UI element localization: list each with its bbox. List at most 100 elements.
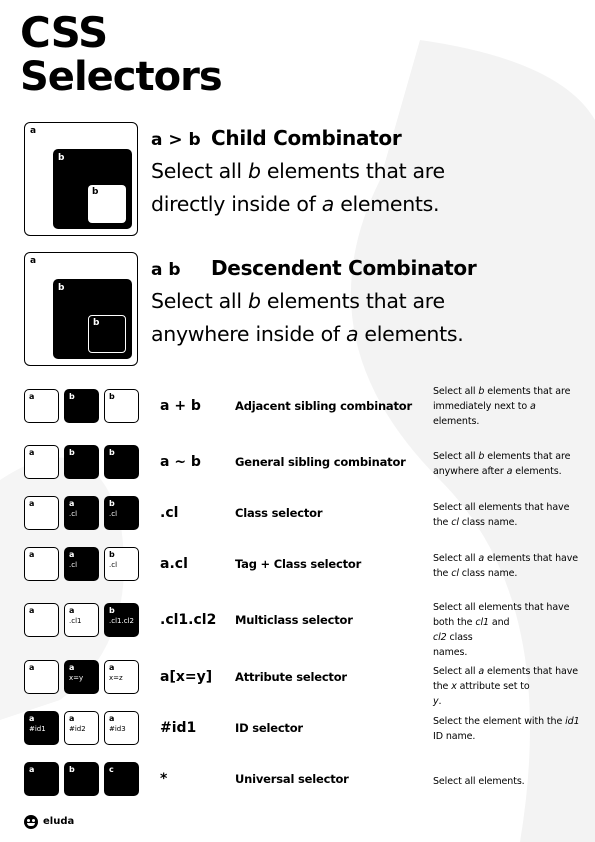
example-element-box: b .cl xyxy=(104,496,139,530)
description-line: the x attribute set to xyxy=(433,681,530,692)
element-attr-label: .cl xyxy=(109,510,118,518)
selector-row-universal: a b c * Universal selector Select all element… xyxy=(24,762,589,802)
element-tag-label: a xyxy=(69,499,75,508)
diagram-label: a xyxy=(30,256,37,266)
example-element-box: a .cl1 xyxy=(64,603,99,637)
element-attr-label: #id2 xyxy=(69,725,86,733)
selector-syntax: a[x=y] xyxy=(160,669,213,685)
child-combinator-section: a b b a > b Child Combinator Select all … xyxy=(24,122,584,237)
example-element-box: a .cl xyxy=(64,496,99,530)
description-line: the cl class name. xyxy=(433,517,518,528)
selector-syntax: a b xyxy=(151,260,181,280)
selector-name: Multiclass selector xyxy=(235,613,353,627)
example-element-box: a x=z xyxy=(104,660,139,694)
diagram-label: b xyxy=(58,153,65,163)
title-line1: CSS xyxy=(20,8,108,57)
selector-description: Select all b elements that are immediatel… xyxy=(433,384,593,429)
description-line: y. xyxy=(433,696,442,707)
selector-syntax: a ~ b xyxy=(160,454,201,470)
description-line: elements. xyxy=(433,416,480,427)
selector-name: ID selector xyxy=(235,721,303,735)
example-element-box: a xyxy=(24,496,59,530)
description-line: names. xyxy=(433,647,468,658)
element-tag-label: a xyxy=(69,606,75,615)
eluda-logo-icon xyxy=(24,815,38,829)
element-tag-label: c xyxy=(109,765,114,774)
selector-row-adjacent-sibling: a b b a + b Adjacent sibling combinator Selec… xyxy=(24,386,589,429)
selector-description: directly inside of a elements. xyxy=(151,192,440,216)
element-tag-label: b xyxy=(69,392,75,401)
element-attr-label: .cl1.cl2 xyxy=(109,617,134,625)
description-line: Select all elements that have xyxy=(433,502,570,513)
description-line: cl2 class xyxy=(433,632,473,643)
selector-row-tag-class: a a .cl b .cl a.cl Tag + Class selector Select … xyxy=(24,547,589,587)
selector-description: Select all a elements that have the cl cl… xyxy=(433,551,593,581)
example-element-box: b xyxy=(64,762,99,796)
selector-name: General sibling combinator xyxy=(235,455,406,469)
selector-description: Select all elements that have the cl clas… xyxy=(433,500,593,530)
element-tag-label: a xyxy=(109,663,115,672)
description-line: Select the element with the id1 xyxy=(433,716,580,727)
example-element-box: a #id2 xyxy=(64,711,99,745)
description-line: Select all a elements that have xyxy=(433,666,578,677)
selector-row-class: a a .cl b .cl .cl Class selector Select all ele… xyxy=(24,496,589,536)
description-line: the cl class name. xyxy=(433,568,518,579)
selector-row-id: a #id1 a #id2 a #id3 #id1 ID selector Select the… xyxy=(24,711,589,751)
element-tag-label: a xyxy=(29,448,35,457)
diagram-middle-box: b b xyxy=(53,279,132,359)
descendent-combinator-section: a b b a b Descendent Combinator Select a… xyxy=(24,252,584,367)
element-tag-label: b xyxy=(109,499,115,508)
element-tag-label: a xyxy=(29,663,35,672)
selector-description: Select all b elements that are xyxy=(151,159,445,183)
selector-syntax: .cl1.cl2 xyxy=(160,612,217,628)
description-line: both the cl1 and xyxy=(433,617,510,628)
selector-description: Select the element with the id1 ID name. xyxy=(433,714,593,744)
example-element-box: b xyxy=(64,389,99,423)
example-element-box: a xyxy=(24,547,59,581)
element-attr-label: .cl xyxy=(69,561,78,569)
element-attr-label: .cl xyxy=(109,561,118,569)
diagram-label: b xyxy=(92,187,99,197)
element-attr-label: .cl xyxy=(69,510,78,518)
diagram-inner-box: b xyxy=(88,315,126,353)
element-tag-label: b xyxy=(69,448,75,457)
selector-row-multiclass: a a .cl1 b .cl1.cl2 .cl1.cl2 Multiclass select… xyxy=(24,602,589,658)
example-element-box: a xyxy=(24,445,59,479)
description-line: Select all b elements that are xyxy=(433,386,571,397)
element-tag-label: a xyxy=(69,550,75,559)
selector-syntax: a > b xyxy=(151,130,201,150)
example-element-box: a #id1 xyxy=(24,711,59,745)
selector-name: Adjacent sibling combinator xyxy=(235,399,412,413)
example-element-box: a .cl xyxy=(64,547,99,581)
element-attr-label: x=z xyxy=(109,674,123,682)
example-element-box: a #id3 xyxy=(104,711,139,745)
selector-syntax: a.cl xyxy=(160,556,188,572)
element-tag-label: a xyxy=(29,606,35,615)
selector-name: Attribute selector xyxy=(235,670,347,684)
selector-description: Select all b elements that are xyxy=(151,289,445,313)
selector-description: anywhere inside of a elements. xyxy=(151,322,464,346)
selector-description: Select all a elements that have the x att… xyxy=(433,664,593,709)
selector-syntax: * xyxy=(160,771,168,787)
element-tag-label: b xyxy=(109,606,115,615)
description-line: ID name. xyxy=(433,731,476,742)
selector-description: Select all b elements that are anywhere a… xyxy=(433,449,593,479)
selector-syntax: .cl xyxy=(160,505,179,521)
element-tag-label: a xyxy=(109,714,115,723)
title-line2: Selectors xyxy=(20,54,223,100)
selector-description: Select all elements that have both the cl… xyxy=(433,600,593,660)
element-tag-label: a xyxy=(29,550,35,559)
diagram-middle-box: b b xyxy=(53,149,132,229)
element-attr-label: .cl1 xyxy=(69,617,82,625)
diagram-outer-box: a b b xyxy=(24,252,138,366)
element-tag-label: a xyxy=(69,663,75,672)
element-tag-label: b xyxy=(109,392,115,401)
selector-name: Descendent Combinator xyxy=(211,256,477,280)
description-line: immediately next to a xyxy=(433,401,536,412)
selector-name: Tag + Class selector xyxy=(235,557,362,571)
selector-row-general-sibling: a b b a ~ b General sibling combinator Select… xyxy=(24,445,589,485)
element-tag-label: a xyxy=(29,392,35,401)
element-attr-label: x=y xyxy=(69,674,84,682)
example-element-box: b .cl1.cl2 xyxy=(104,603,139,637)
example-element-box: a xyxy=(24,389,59,423)
